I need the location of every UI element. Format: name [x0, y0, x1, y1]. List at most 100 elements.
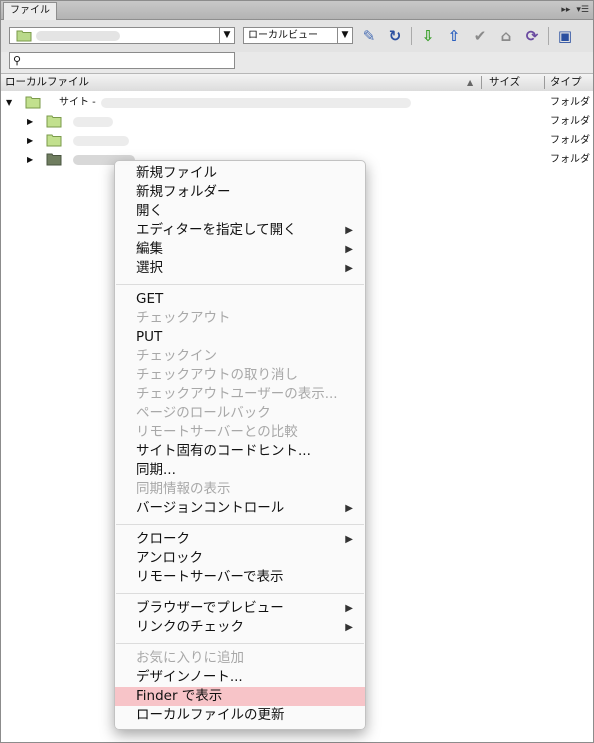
panel-tools: ▸▸ ▾☰	[561, 3, 589, 17]
column-type[interactable]: タイプ	[550, 74, 582, 91]
folder-icon	[46, 153, 62, 166]
menu-item-compare-remote: リモートサーバーとの比較	[115, 423, 365, 442]
menu-item-open-with[interactable]: エディターを指定して開く ▶	[115, 221, 365, 240]
menu-item-site-code-hints[interactable]: サイト固有のコードヒント...	[115, 442, 365, 461]
menu-item-label: デザインノート...	[136, 669, 243, 685]
menu-item-label: リモートサーバーで表示	[136, 569, 284, 585]
menu-item-label: Finder で表示	[136, 688, 223, 704]
submenu-arrow-icon: ▶	[345, 244, 353, 255]
chevron-down-icon: ▼	[337, 28, 352, 43]
get-files-icon[interactable]: ⇩	[418, 26, 438, 46]
toolbar-divider	[548, 27, 549, 45]
submenu-arrow-icon: ▶	[345, 225, 353, 236]
menu-item-label: クローク	[136, 531, 190, 547]
menu-item-refresh-local-files[interactable]: ローカルファイルの更新	[115, 706, 365, 725]
menu-item-label: 選択	[136, 260, 163, 276]
menu-item-view-on-remote[interactable]: リモートサーバーで表示	[115, 568, 365, 587]
menu-item-version-control[interactable]: バージョンコントロール ▶	[115, 499, 365, 518]
menu-item-label: チェックアウトの取り消し	[136, 367, 298, 383]
menu-item-new-folder[interactable]: 新規フォルダー	[115, 183, 365, 202]
menu-item-new-file[interactable]: 新規ファイル	[115, 164, 365, 183]
menu-item-check-out: チェックアウト	[115, 309, 365, 328]
column-divider[interactable]	[544, 76, 545, 89]
type-cell: フォルダ	[550, 97, 590, 108]
menu-item-cloak[interactable]: クローク ▶	[115, 530, 365, 549]
menu-item-open[interactable]: 開く	[115, 202, 365, 221]
menu-item-put[interactable]: PUT	[115, 328, 365, 347]
panel-menu-icon[interactable]: ▾☰	[576, 5, 589, 15]
menu-item-label: サイト固有のコードヒント...	[136, 443, 311, 459]
connect-icon[interactable]: ✎	[359, 26, 379, 46]
menu-item-label: 新規フォルダー	[136, 184, 231, 200]
menu-item-label: GET	[136, 291, 164, 307]
menu-item-label: 同期情報の表示	[136, 481, 231, 497]
menu-item-unlock[interactable]: アンロック	[115, 549, 365, 568]
menu-item-design-notes[interactable]: デザインノート...	[115, 668, 365, 687]
menu-item-add-to-favorites: お気に入りに追加	[115, 649, 365, 668]
check-out-icon[interactable]: ✔	[470, 26, 490, 46]
submenu-arrow-icon: ▶	[345, 534, 353, 545]
check-in-icon[interactable]: ⌂	[496, 26, 516, 46]
menu-item-label: チェックアウトユーザーの表示...	[136, 386, 338, 402]
type-cell: フォルダ	[550, 116, 590, 127]
tree-row-site[interactable]: ▼ サイト - フォルダ	[1, 93, 593, 112]
expand-triangle-icon[interactable]: ▼	[6, 93, 12, 112]
tree-row[interactable]: ▶ フォルダ	[1, 112, 593, 131]
folder-icon	[46, 115, 62, 128]
collapse-triangle-icon[interactable]: ▶	[27, 150, 33, 169]
collapse-triangle-icon[interactable]: ▶	[27, 112, 33, 131]
site-select[interactable]: ▼	[9, 27, 235, 44]
column-header: ローカルファイル ▲ サイズ タイプ	[1, 73, 593, 92]
menu-item-get[interactable]: GET	[115, 290, 365, 309]
column-size[interactable]: サイズ	[489, 74, 520, 91]
menu-item-label: 開く	[136, 203, 163, 219]
menu-item-select[interactable]: 選択 ▶	[115, 259, 365, 278]
menu-item-label: リンクのチェック	[136, 619, 244, 635]
menu-item-reveal-in-finder[interactable]: Finder で表示	[115, 687, 365, 706]
panel-tabbar: ファイル ▸▸ ▾☰	[1, 1, 593, 20]
view-select-value: ローカルビュー	[248, 30, 318, 41]
view-select[interactable]: ローカルビュー ▼	[243, 27, 353, 44]
menu-item-label: PUT	[136, 329, 163, 345]
menu-item-label: ページのロールバック	[136, 405, 271, 421]
column-local-files[interactable]: ローカルファイル	[5, 74, 89, 91]
search-icon: ⚲	[13, 54, 22, 67]
menu-separator	[116, 284, 364, 285]
menu-item-label: バージョンコントロール	[136, 500, 285, 516]
toolbar-divider	[411, 27, 412, 45]
toolbar-icons: ✎ ↻ ⇩ ⇧ ✔ ⌂ ⟳ ▣	[359, 26, 581, 46]
search-box: ⚲	[9, 52, 235, 70]
menu-item-label: チェックイン	[136, 348, 217, 364]
menu-item-label: 同期...	[136, 462, 176, 478]
submenu-arrow-icon: ▶	[345, 263, 353, 274]
refresh-icon[interactable]: ↻	[385, 26, 405, 46]
menu-item-edit[interactable]: 編集 ▶	[115, 240, 365, 259]
menu-item-undo-check-out: チェックアウトの取り消し	[115, 366, 365, 385]
menu-item-label: エディターを指定して開く	[136, 222, 297, 238]
menu-item-show-sync-info: 同期情報の表示	[115, 480, 365, 499]
expand-icon[interactable]: ▣	[555, 26, 575, 46]
toolbar: ▼ ローカルビュー ▼ ✎ ↻ ⇩ ⇧ ✔ ⌂ ⟳ ▣	[1, 20, 593, 52]
synchronize-icon[interactable]: ⟳	[522, 26, 542, 46]
search-input[interactable]	[26, 53, 234, 70]
submenu-arrow-icon: ▶	[345, 503, 353, 514]
collapse-triangle-icon[interactable]: ▶	[27, 131, 33, 150]
submenu-arrow-icon: ▶	[345, 603, 353, 614]
menu-item-check-links[interactable]: リンクのチェック ▶	[115, 618, 365, 637]
menu-separator	[116, 524, 364, 525]
submenu-arrow-icon: ▶	[345, 622, 353, 633]
menu-item-label: ローカルファイルの更新	[136, 707, 285, 723]
menu-item-synchronize[interactable]: 同期...	[115, 461, 365, 480]
chevron-down-icon: ▼	[219, 28, 234, 43]
sort-ascending-icon: ▲	[467, 78, 474, 87]
menu-item-check-in: チェックイン	[115, 347, 365, 366]
tree-row[interactable]: ▶ フォルダ	[1, 131, 593, 150]
column-divider[interactable]	[481, 76, 482, 89]
folder-icon	[25, 96, 41, 109]
site-label: サイト -	[59, 97, 96, 108]
put-files-icon[interactable]: ⇧	[444, 26, 464, 46]
collapse-icon[interactable]: ▸▸	[561, 5, 570, 15]
context-menu: 新規ファイル 新規フォルダー 開く エディターを指定して開く ▶ 編集 ▶ 選択 ▶ …	[114, 160, 366, 730]
menu-item-preview-in-browser[interactable]: ブラウザーでプレビュー ▶	[115, 599, 365, 618]
tab-files[interactable]: ファイル	[3, 2, 57, 20]
